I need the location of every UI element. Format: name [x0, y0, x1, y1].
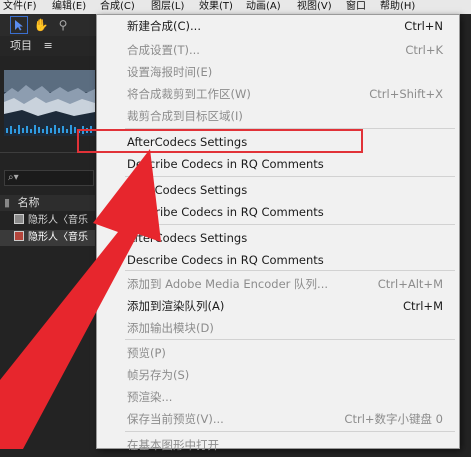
new-composition-item[interactable]: 新建合成(C)... Ctrl+N: [97, 15, 459, 38]
menu-separator: [125, 176, 455, 177]
project-search-input[interactable]: ⌕▾: [4, 170, 94, 186]
aftercodecs-settings-item[interactable]: AfterCodecs Settings: [97, 179, 459, 202]
menu-separator: [125, 339, 455, 340]
composition-icon: [14, 231, 24, 241]
menu-item-label: 添加输出模块(D): [127, 321, 214, 335]
set-poster-time-item[interactable]: 设置海报时间(E): [97, 61, 459, 84]
label-column-icon[interactable]: ▮: [4, 196, 10, 209]
zoom-icon[interactable]: ⚲: [54, 16, 72, 34]
menu-item-label: 在基本图形中打开: [127, 438, 219, 452]
menu-composition[interactable]: 合成(C): [100, 0, 135, 14]
save-frame-as-item[interactable]: 帧另存为(S): [97, 364, 459, 387]
composition-thumbnail: [4, 70, 95, 136]
menu-layer[interactable]: 图层(L): [151, 0, 184, 14]
menu-bar: 文件(F) 编辑(E) 合成(C) 图层(L) 效果(T) 动画(A) 视图(V…: [0, 0, 471, 14]
menu-item-label: 设置海报时间(E): [127, 65, 213, 79]
search-icon: ⌕▾: [8, 172, 19, 183]
project-item[interactable]: 隐形人〈音乐: [0, 213, 95, 229]
project-panel-title[interactable]: 项目: [10, 39, 32, 52]
menu-item-label: 预渲染...: [127, 390, 173, 404]
menu-edit[interactable]: 编辑(E): [52, 0, 86, 14]
menu-view[interactable]: 视图(V): [297, 0, 332, 14]
add-output-module-item[interactable]: 添加输出模块(D): [97, 317, 459, 340]
menu-effect[interactable]: 效果(T): [199, 0, 233, 14]
menu-item-label: Describe Codecs in RQ Comments: [127, 205, 324, 219]
menu-item-label: 新建合成(C)...: [127, 19, 201, 33]
describe-codecs-item[interactable]: Describe Codecs in RQ Comments: [97, 201, 459, 224]
hand-icon[interactable]: ✋: [32, 16, 50, 34]
add-to-render-queue-item[interactable]: 添加到渲染队列(A) Ctrl+M: [97, 295, 459, 318]
composition-menu: 新建合成(C)... Ctrl+N 合成设置(T)... Ctrl+K 设置海报时间(E…: [96, 14, 460, 452]
menu-item-label: Describe Codecs in RQ Comments: [127, 157, 324, 171]
menu-item-label: AfterCodecs Settings: [127, 183, 248, 197]
menu-separator: [125, 270, 455, 271]
menu-window[interactable]: 窗口: [346, 0, 366, 14]
project-panel-header: 项目 ≡: [0, 36, 95, 56]
name-column-header[interactable]: 名称: [18, 196, 40, 209]
trim-comp-to-work-area-item[interactable]: 将合成裁剪到工作区(W) Ctrl+Shift+X: [97, 83, 459, 106]
crop-comp-to-region-item[interactable]: 裁剪合成到目标区域(I): [97, 105, 459, 128]
menu-item-label: 添加到 Adobe Media Encoder 队列...: [127, 277, 329, 291]
describe-codecs-item[interactable]: Describe Codecs in RQ Comments: [97, 153, 459, 176]
menu-item-shortcut: Ctrl+K: [405, 43, 443, 57]
menu-item-label: 合成设置(T)...: [127, 43, 200, 57]
menu-item-label: Describe Codecs in RQ Comments: [127, 253, 324, 267]
menu-separator: [125, 224, 455, 225]
add-to-media-encoder-item[interactable]: 添加到 Adobe Media Encoder 队列... Ctrl+Alt+M: [97, 273, 459, 296]
preview-item[interactable]: 预览(P): [97, 342, 459, 365]
menu-item-label: 预览(P): [127, 346, 166, 360]
describe-codecs-item[interactable]: Describe Codecs in RQ Comments: [97, 249, 459, 272]
pre-render-item[interactable]: 预渲染...: [97, 386, 459, 409]
menu-item-shortcut: Ctrl+数字小键盘 0: [344, 412, 443, 426]
open-in-essential-graphics-item[interactable]: 在基本图形中打开: [97, 434, 459, 457]
project-item-name: 隐形人〈音乐: [28, 232, 88, 243]
tools-panel: ✋ ⚲: [0, 14, 100, 36]
menu-item-label: AfterCodecs Settings: [127, 231, 248, 245]
project-item-name: 隐形人〈音乐: [28, 215, 88, 226]
menu-item-label: 帧另存为(S): [127, 368, 190, 382]
menu-separator: [125, 431, 455, 432]
project-column-header: ▮ 名称: [0, 195, 95, 211]
composition-icon: [14, 214, 24, 224]
menu-item-label: 保存当前预览(V)...: [127, 412, 224, 426]
menu-item-shortcut: Ctrl+N: [404, 19, 443, 33]
selection-arrow-icon[interactable]: [10, 16, 28, 34]
highlight-box: [77, 129, 363, 153]
aftercodecs-settings-item[interactable]: AfterCodecs Settings: [97, 227, 459, 250]
menu-item-label: 将合成裁剪到工作区(W): [127, 87, 251, 101]
menu-item-label: 添加到渲染队列(A): [127, 299, 225, 313]
project-item-selected[interactable]: 隐形人〈音乐: [0, 230, 95, 246]
menu-file[interactable]: 文件(F): [3, 0, 37, 14]
menu-item-shortcut: Ctrl+Alt+M: [377, 277, 443, 291]
menu-item-shortcut: Ctrl+Shift+X: [369, 87, 443, 101]
save-current-preview-item[interactable]: 保存当前预览(V)... Ctrl+数字小键盘 0: [97, 408, 459, 431]
menu-help[interactable]: 帮助(H): [380, 0, 415, 14]
menu-animation[interactable]: 动画(A): [246, 0, 281, 14]
composition-settings-item[interactable]: 合成设置(T)... Ctrl+K: [97, 39, 459, 62]
menu-item-label: 裁剪合成到目标区域(I): [127, 109, 243, 123]
menu-item-shortcut: Ctrl+M: [402, 299, 443, 313]
panel-menu-icon[interactable]: ≡: [44, 39, 53, 52]
